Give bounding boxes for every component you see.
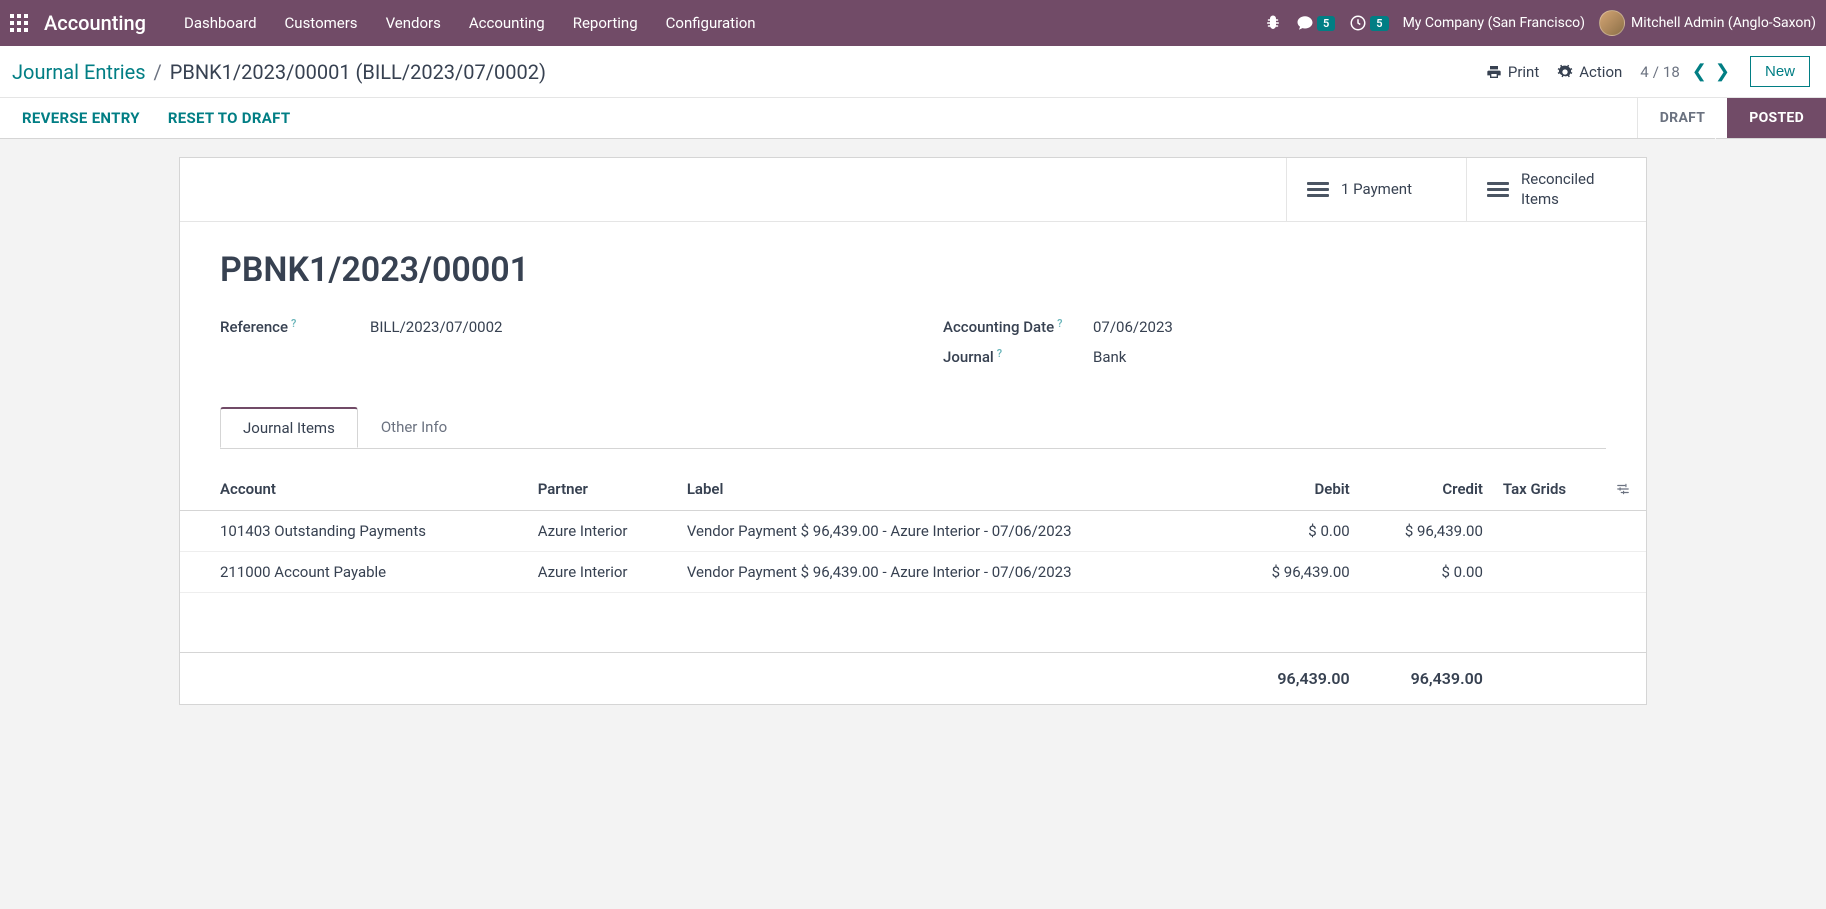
cell-label[interactable]: Vendor Payment $ 96,439.00 - Azure Inter… — [677, 552, 1227, 593]
spacer-row — [180, 593, 1646, 653]
nav-vendors[interactable]: Vendors — [372, 14, 455, 32]
help-icon[interactable]: ? — [291, 317, 296, 330]
company-switcher[interactable]: My Company (San Francisco) — [1403, 15, 1585, 31]
activities-badge: 5 — [1370, 16, 1388, 31]
cell-tax[interactable] — [1493, 552, 1606, 593]
reference-value[interactable]: BILL/2023/07/0002 — [370, 318, 502, 336]
field-journal: Journal ? Bank — [943, 348, 1606, 366]
entry-title: PBNK1/2023/00001 — [220, 250, 1606, 290]
sliders-icon — [1616, 482, 1630, 496]
cell-tax[interactable] — [1493, 511, 1606, 552]
top-navbar: Accounting Dashboard Customers Vendors A… — [0, 0, 1826, 46]
print-button[interactable]: Print — [1486, 63, 1539, 81]
pager-total: 18 — [1663, 63, 1680, 81]
table-row[interactable]: 211000 Account Payable Azure Interior Ve… — [180, 552, 1646, 593]
stat-payment-label: 1 Payment — [1341, 180, 1412, 200]
gear-icon — [1557, 64, 1573, 80]
cell-debit[interactable]: $ 96,439.00 — [1227, 552, 1360, 593]
th-account[interactable]: Account — [180, 468, 528, 511]
content-area: 1 Payment Reconciled Items PBNK1/2023/00… — [0, 139, 1826, 723]
field-reference: Reference ? BILL/2023/07/0002 — [220, 318, 883, 336]
print-icon — [1486, 64, 1502, 80]
stat-buttons-row: 1 Payment Reconciled Items — [180, 158, 1646, 222]
field-grid: Reference ? BILL/2023/07/0002 Accounting… — [220, 318, 1606, 378]
pager-position[interactable]: 4 — [1640, 63, 1648, 81]
cell-account[interactable]: 211000 Account Payable — [180, 552, 528, 593]
apps-icon[interactable] — [10, 14, 28, 32]
accounting-date-label: Accounting Date — [943, 318, 1054, 336]
messages-icon[interactable]: 5 — [1296, 14, 1335, 32]
breadcrumb: Journal Entries / PBNK1/2023/00001 (BILL… — [12, 60, 546, 84]
control-panel-right: Print Action 4 / 18 ❮ ❯ New — [1486, 56, 1810, 87]
pager: 4 / 18 ❮ ❯ — [1640, 61, 1732, 82]
journal-value[interactable]: Bank — [1093, 348, 1126, 366]
breadcrumb-separator: / — [154, 60, 162, 84]
avatar — [1599, 10, 1625, 36]
total-credit: 96,439.00 — [1360, 653, 1493, 705]
stat-reconciled-label: Reconciled Items — [1521, 170, 1594, 209]
cell-credit[interactable]: $ 96,439.00 — [1360, 511, 1493, 552]
tabs: Journal Items Other Info — [220, 407, 1606, 449]
nav-configuration[interactable]: Configuration — [652, 14, 770, 32]
activities-icon[interactable]: 5 — [1349, 14, 1388, 32]
table-header-row: Account Partner Label Debit Credit Tax G… — [180, 468, 1646, 511]
breadcrumb-current: PBNK1/2023/00001 (BILL/2023/07/0002) — [170, 60, 546, 84]
stat-payment-button[interactable]: 1 Payment — [1286, 158, 1466, 221]
th-label[interactable]: Label — [677, 468, 1227, 511]
cell-label[interactable]: Vendor Payment $ 96,439.00 - Azure Inter… — [677, 511, 1227, 552]
list-icon — [1487, 182, 1509, 197]
topbar-right: 5 5 My Company (San Francisco) Mitchell … — [1264, 10, 1816, 36]
form-sheet: 1 Payment Reconciled Items PBNK1/2023/00… — [179, 157, 1647, 705]
nav-accounting[interactable]: Accounting — [455, 14, 559, 32]
messages-badge: 5 — [1317, 16, 1335, 31]
th-credit[interactable]: Credit — [1360, 468, 1493, 511]
stage-posted[interactable]: POSTED — [1727, 98, 1826, 138]
status-bar: REVERSE ENTRY RESET TO DRAFT DRAFT POSTE… — [0, 97, 1826, 139]
accounting-date-value[interactable]: 07/06/2023 — [1093, 318, 1173, 336]
stage-draft[interactable]: DRAFT — [1638, 98, 1727, 138]
tab-other-info[interactable]: Other Info — [358, 407, 470, 448]
th-tax-grids[interactable]: Tax Grids — [1493, 468, 1606, 511]
tab-journal-items[interactable]: Journal Items — [220, 407, 358, 448]
help-icon[interactable]: ? — [1057, 317, 1062, 330]
pager-prev-icon[interactable]: ❮ — [1690, 61, 1709, 82]
total-debit: 96,439.00 — [1227, 653, 1360, 705]
new-button[interactable]: New — [1750, 56, 1810, 87]
user-menu[interactable]: Mitchell Admin (Anglo-Saxon) — [1599, 10, 1816, 36]
field-col-left: Reference ? BILL/2023/07/0002 — [220, 318, 883, 378]
action-button[interactable]: Action — [1557, 63, 1622, 81]
nav-dashboard[interactable]: Dashboard — [170, 14, 271, 32]
cell-account[interactable]: 101403 Outstanding Payments — [180, 511, 528, 552]
journal-label: Journal — [943, 348, 994, 366]
pager-next-icon[interactable]: ❯ — [1713, 61, 1732, 82]
status-stages: DRAFT POSTED — [1637, 98, 1826, 138]
user-name: Mitchell Admin (Anglo-Saxon) — [1631, 15, 1816, 31]
list-icon — [1307, 182, 1329, 197]
cell-partner[interactable]: Azure Interior — [528, 552, 677, 593]
th-partner[interactable]: Partner — [528, 468, 677, 511]
th-options[interactable] — [1606, 468, 1646, 511]
table-row[interactable]: 101403 Outstanding Payments Azure Interi… — [180, 511, 1646, 552]
cell-debit[interactable]: $ 0.00 — [1227, 511, 1360, 552]
stat-reconciled-button[interactable]: Reconciled Items — [1466, 158, 1646, 221]
nav-reporting[interactable]: Reporting — [559, 14, 652, 32]
field-accounting-date: Accounting Date ? 07/06/2023 — [943, 318, 1606, 336]
sheet-body: PBNK1/2023/00001 Reference ? BILL/2023/0… — [180, 222, 1646, 468]
app-name[interactable]: Accounting — [44, 11, 146, 35]
cell-partner[interactable]: Azure Interior — [528, 511, 677, 552]
journal-items-table: Account Partner Label Debit Credit Tax G… — [180, 468, 1646, 704]
control-panel: Journal Entries / PBNK1/2023/00001 (BILL… — [0, 46, 1826, 97]
totals-row: 96,439.00 96,439.00 — [180, 653, 1646, 705]
debug-icon[interactable] — [1264, 14, 1282, 32]
reference-label: Reference — [220, 318, 288, 336]
cell-credit[interactable]: $ 0.00 — [1360, 552, 1493, 593]
th-debit[interactable]: Debit — [1227, 468, 1360, 511]
breadcrumb-parent[interactable]: Journal Entries — [12, 60, 146, 84]
reverse-entry-button[interactable]: REVERSE ENTRY — [22, 109, 140, 127]
nav-customers[interactable]: Customers — [271, 14, 372, 32]
help-icon[interactable]: ? — [997, 347, 1002, 360]
reset-to-draft-button[interactable]: RESET TO DRAFT — [168, 109, 291, 127]
field-col-right: Accounting Date ? 07/06/2023 Journal ? B… — [943, 318, 1606, 378]
